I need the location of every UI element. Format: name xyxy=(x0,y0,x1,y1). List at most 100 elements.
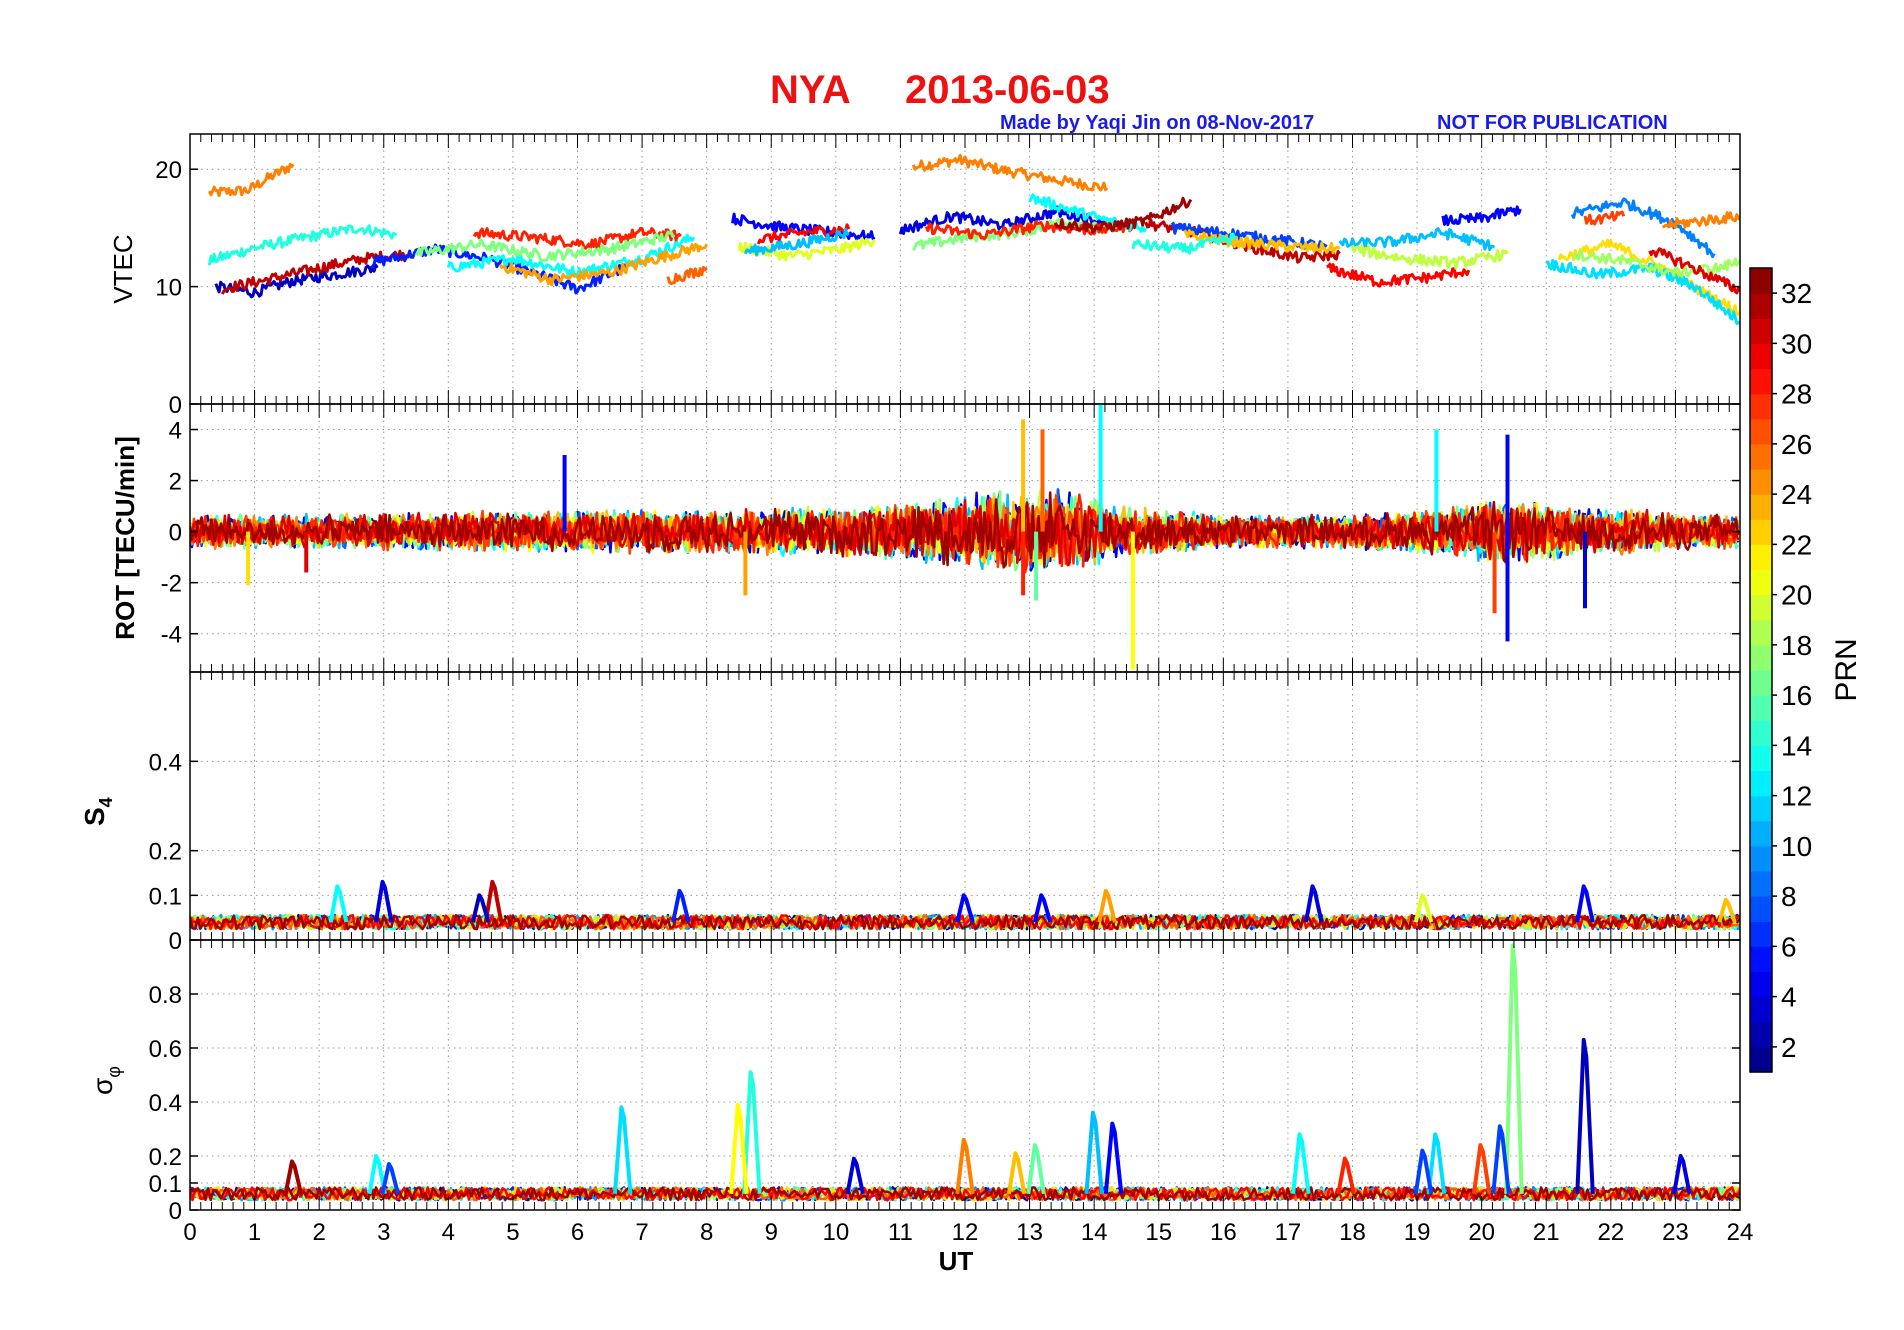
colorbar-swatch xyxy=(1750,368,1772,395)
x-tick-label: 7 xyxy=(635,1219,648,1246)
colorbar-tick-label: 10 xyxy=(1781,831,1812,862)
x-tick-label: 23 xyxy=(1662,1219,1689,1246)
credit-text: Made by Yaqi Jin on 08-Nov-2017 xyxy=(1000,112,1314,134)
x-tick-label: 8 xyxy=(700,1219,713,1246)
x-tick-label: 0 xyxy=(183,1219,196,1246)
y-tick-label: 0 xyxy=(169,928,182,955)
y-tick-label: 0.8 xyxy=(149,982,182,1009)
colorbar: 2468101214161820222426283032PRN xyxy=(1749,267,1863,1073)
x-tick-label: 2 xyxy=(312,1219,325,1246)
panel-s4: 0 0.1 0.2 0.4 S4 xyxy=(79,671,1741,955)
colorbar-swatch xyxy=(1750,594,1772,621)
colorbar-tick-label: 6 xyxy=(1781,931,1797,962)
x-tick-label: 24 xyxy=(1727,1219,1754,1246)
figure: NYA 2013-06-03 Made by Yaqi Jin on 08-No… xyxy=(79,68,1863,1276)
colorbar-tick-label: 4 xyxy=(1781,982,1797,1013)
x-tick-label: 4 xyxy=(442,1219,455,1246)
colorbar-swatch xyxy=(1750,996,1772,1023)
colorbar-tick-label: 18 xyxy=(1781,630,1812,661)
x-tick-label: 10 xyxy=(822,1219,849,1246)
colorbar-tick-label: 30 xyxy=(1781,328,1812,359)
colorbar-swatch xyxy=(1750,268,1772,294)
colorbar-tick-label: 20 xyxy=(1781,580,1812,611)
colorbar-swatch xyxy=(1750,418,1772,445)
colorbar-swatch xyxy=(1750,1046,1772,1073)
y-tick-label: 0.4 xyxy=(149,749,182,776)
colorbar-swatch xyxy=(1750,469,1772,495)
colorbar-tick-label: 22 xyxy=(1781,529,1812,560)
colorbar-label: PRN xyxy=(1830,638,1863,701)
y-tick-label: -2 xyxy=(161,571,182,598)
colorbar-tick-label: 2 xyxy=(1781,1032,1797,1063)
colorbar-tick-label: 16 xyxy=(1781,680,1812,711)
colorbar-swatch xyxy=(1750,569,1772,596)
series-line-prn-25 xyxy=(911,153,1109,192)
y-tick-label: 0.1 xyxy=(149,1171,182,1198)
series-line-prn-25 xyxy=(1662,211,1740,229)
y-axis-label: VTEC xyxy=(108,234,138,303)
colorbar-tick-label: 12 xyxy=(1781,781,1812,812)
colorbar-tick-label: 28 xyxy=(1781,379,1812,410)
panel-frame xyxy=(189,133,1741,405)
y-tick-label: 0.6 xyxy=(149,1036,182,1063)
colorbar-swatch xyxy=(1750,343,1772,370)
colorbar-swatch xyxy=(1750,293,1772,319)
y-tick-label: 4 xyxy=(169,418,182,445)
colorbar-tick-label: 26 xyxy=(1781,429,1812,460)
peak-mark-prn-16 xyxy=(1026,1143,1046,1195)
x-tick-label: 22 xyxy=(1597,1219,1624,1246)
colorbar-swatch xyxy=(1750,544,1772,571)
colorbar-swatch xyxy=(1750,745,1772,772)
colorbar-swatch xyxy=(1750,720,1772,746)
y-tick-label: 0 xyxy=(169,392,182,419)
colorbar-swatch xyxy=(1750,318,1772,344)
colorbar-swatch xyxy=(1750,820,1772,847)
colorbar-swatch xyxy=(1750,871,1772,897)
x-axis: 0 1 2 3 4 5 6 7 8 9 10 11 12 13 14 15 16 17 18 19 20 21 22 23 24 xyxy=(183,1219,1753,1246)
x-tick-label: 12 xyxy=(952,1219,979,1246)
series-line-prn-26 xyxy=(666,265,708,285)
colorbar-swatch xyxy=(1750,795,1772,822)
x-tick-label: 19 xyxy=(1404,1219,1431,1246)
x-tick-label: 21 xyxy=(1533,1219,1560,1246)
x-tick-label: 11 xyxy=(888,1219,913,1246)
y-tick-label: 0.1 xyxy=(149,883,182,910)
y-tick-label: 0 xyxy=(169,1198,182,1225)
colorbar-tick-label: 24 xyxy=(1781,479,1812,510)
x-axis-label: UT xyxy=(939,1246,974,1276)
series-group xyxy=(190,404,1740,670)
x-tick-label: 18 xyxy=(1339,1219,1366,1246)
y-axis-label: σφ xyxy=(87,1066,124,1095)
colorbar-swatch xyxy=(1750,946,1772,973)
colorbar-swatch xyxy=(1750,494,1772,520)
x-tick-label: 6 xyxy=(571,1219,584,1246)
colorbar-swatch xyxy=(1750,670,1772,696)
peak-mark-prn-5 xyxy=(1103,1121,1124,1195)
colorbar-swatch xyxy=(1750,921,1772,947)
series-line-prn-14 xyxy=(1131,232,1238,255)
x-tick-label: 17 xyxy=(1275,1219,1302,1246)
series-group xyxy=(207,153,1740,325)
x-tick-label: 9 xyxy=(765,1219,778,1246)
y-tick-label: 2 xyxy=(169,469,182,496)
colorbar-swatch xyxy=(1750,971,1772,998)
series-line-prn-5 xyxy=(1441,205,1522,227)
x-tick-label: 20 xyxy=(1468,1219,1495,1246)
peak-mark-prn-12 xyxy=(613,1105,633,1194)
peak-mark-prn-11 xyxy=(1084,1110,1104,1194)
peak-mark-prn-21 xyxy=(729,1102,749,1194)
peak-mark-prn-17 xyxy=(1504,943,1524,1194)
colorbar-swatch xyxy=(1750,1021,1772,1048)
x-tick-label: 3 xyxy=(377,1219,390,1246)
peak-mark-prn-13 xyxy=(1291,1132,1311,1195)
panel-sigma_phi: 00.10.2 0.4 0.6 0.8 σφ xyxy=(87,939,1741,1225)
colorbar-tick-label: 32 xyxy=(1781,278,1812,309)
panel-vtec: 0 10 20 VTEC xyxy=(108,133,1741,419)
y-tick-label: 0.2 xyxy=(149,839,182,866)
colorbar-swatch xyxy=(1750,845,1772,872)
x-tick-label: 14 xyxy=(1081,1219,1108,1246)
x-tick-label: 13 xyxy=(1016,1219,1043,1246)
colorbar-swatch xyxy=(1750,770,1772,797)
y-tick-label: 0.4 xyxy=(149,1090,182,1117)
x-tick-label: 16 xyxy=(1210,1219,1237,1246)
